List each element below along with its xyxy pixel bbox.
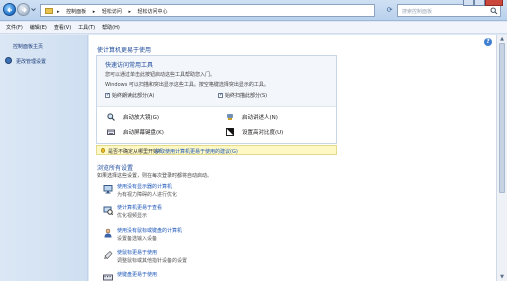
always-scan-checkbox[interactable]: 始终扫描此部分(S) <box>218 92 267 99</box>
maximize-button[interactable] <box>474 0 485 6</box>
always-read-label: 始终朗读此部分(A) <box>112 93 155 99</box>
monitor-icon <box>103 185 113 194</box>
start-narrator-label: 启动讲述人(N) <box>242 115 278 121</box>
get-recommendations-link[interactable]: 获取使用计算机更易于使用的建议(G) <box>155 148 238 155</box>
vertical-scrollbar[interactable]: ▲ ▼ <box>496 35 507 281</box>
change-admin-settings-link[interactable]: 更改管理设置 <box>16 58 46 65</box>
person-icon <box>104 228 112 238</box>
breadcrumb-item-ease-of-access-center[interactable]: 轻松访问中心 <box>138 9 168 15</box>
quick-tools-list: 启动放大镜(G) 启动讲述人(N) 启动屏幕键盘(K) 设置高对比度(U) <box>97 106 336 143</box>
magnifier-icon <box>107 113 115 121</box>
back-button[interactable] <box>3 3 16 16</box>
banner-question: 是否不确定从哪里开始? <box>108 149 161 155</box>
option-title[interactable]: 使键盘更易于使用 <box>117 271 157 278</box>
menu-bar: 文件(F) 编辑(E) 查看(V) 工具(T) 帮助(H) <box>0 22 507 34</box>
left-navigation-pane: 控制面板主页 更改管理设置 <box>0 35 88 281</box>
breadcrumb-separator: ▸ <box>57 9 60 15</box>
scroll-down-icon[interactable]: ▼ <box>498 274 506 280</box>
option-title[interactable]: 使用没有显示器的计算机 <box>117 183 172 190</box>
keyboard-icon <box>103 274 113 281</box>
lightbulb-icon <box>101 148 105 153</box>
recommendation-banner: 是否不确定从哪里开始? 获取使用计算机更易于使用的建议(G) <box>96 145 337 155</box>
menu-view[interactable]: 查看(V) <box>54 22 71 33</box>
browse-settings-heading: 浏览所有设置 <box>97 165 134 172</box>
menu-help[interactable]: 帮助(H) <box>102 22 120 33</box>
contrast-icon <box>226 128 234 136</box>
always-scan-label: 始终扫描此部分(S) <box>225 93 268 99</box>
breadcrumb-item-control-panel[interactable]: 控制面板 <box>66 9 86 15</box>
control-panel-home-link[interactable]: 控制面板主页 <box>13 43 43 50</box>
close-button[interactable] <box>485 0 503 6</box>
shield-icon <box>5 57 12 64</box>
checkbox-checked-icon <box>218 92 223 98</box>
keyboard-icon <box>107 129 115 135</box>
option-title[interactable]: 使用没有鼠标或键盘的计算机 <box>117 227 182 234</box>
breadcrumb-separator: ▸ <box>92 9 96 15</box>
window-controls <box>463 0 503 7</box>
menu-tools[interactable]: 工具(T) <box>78 22 95 33</box>
start-narrator-button[interactable]: 启动讲述人(N) <box>226 113 278 121</box>
quick-access-heading: 快速访问常用工具 <box>105 62 154 69</box>
page-title: 使计算机更易于使用 <box>97 47 152 54</box>
browse-settings-description: 如果选择这些设置，则在每次登录时都将自动启动。 <box>97 173 213 179</box>
recent-pages-chevron-icon[interactable] <box>31 7 36 12</box>
option-title[interactable]: 使鼠标更易于使用 <box>117 249 157 256</box>
set-high-contrast-button[interactable]: 设置高对比度(U) <box>226 128 283 136</box>
option-description: 优化视频显示 <box>117 213 148 219</box>
eye-icon <box>103 206 113 215</box>
menu-file[interactable]: 文件(F) <box>6 22 23 33</box>
scrollbar-thumb[interactable] <box>499 43 505 193</box>
back-arrow-icon <box>7 7 12 13</box>
start-onscreen-keyboard-button[interactable]: 启动屏幕键盘(K) <box>107 128 164 136</box>
option-title[interactable]: 使计算机更易于查看 <box>117 204 162 211</box>
help-icon[interactable]: ? <box>484 38 492 46</box>
quick-access-scan-description: Windows 可以扫描和突出显示这些工具。按空格键选择突出显示的工具。 <box>105 82 269 88</box>
always-read-checkbox[interactable]: 始终朗读此部分(A) <box>105 92 154 99</box>
option-description: 调整鼠标或其他指针设备的设置 <box>117 258 188 264</box>
checkbox-checked-icon <box>105 92 110 98</box>
set-high-contrast-label: 设置高对比度(U) <box>242 130 284 136</box>
start-onscreen-keyboard-label: 启动屏幕键盘(K) <box>123 130 164 136</box>
breadcrumb-separator: ▸ <box>128 9 131 15</box>
minimize-button[interactable] <box>463 0 474 6</box>
menu-edit[interactable]: 编辑(E) <box>30 22 47 33</box>
breadcrumb-item-ease-of-access[interactable]: 轻松访问 <box>102 9 122 15</box>
start-magnifier-button[interactable]: 启动放大镜(G) <box>107 113 159 121</box>
start-magnifier-label: 启动放大镜(G) <box>123 115 160 121</box>
scroll-up-icon[interactable]: ▲ <box>498 36 506 42</box>
narrator-icon <box>227 114 233 120</box>
mouse-icon <box>104 251 113 259</box>
address-bar[interactable]: ▸ 控制面板 ▸ 轻松访问 ▸ 轻松访问中心 <box>40 4 375 17</box>
option-description: 设置备选输入设备 <box>117 236 158 242</box>
forward-arrow-icon <box>22 7 27 13</box>
main-content: ? 使计算机更易于使用 快速访问常用工具 您可以通过单击此按钮启动这些工具帮助您… <box>89 35 496 281</box>
quick-access-description: 您可以通过单击此按钮启动这些工具帮助您入门。 <box>105 72 216 78</box>
forward-button[interactable] <box>17 3 30 16</box>
control-panel-icon <box>45 8 53 14</box>
quick-access-panel: 快速访问常用工具 您可以通过单击此按钮启动这些工具帮助您入门。 Windows … <box>96 55 337 144</box>
search-placeholder: 搜索控制面板 <box>402 9 433 15</box>
option-description: 为有视力障碍的人进行优化 <box>117 192 178 198</box>
refresh-button[interactable]: ⟳ <box>383 4 396 17</box>
search-icon[interactable] <box>490 7 498 15</box>
refresh-icon: ⟳ <box>386 6 393 14</box>
title-bar: ▸ 控制面板 ▸ 轻松访问 ▸ 轻松访问中心 ⟳ 搜索控制面板 <box>0 0 507 21</box>
breadcrumb: ▸ 控制面板 ▸ 轻松访问 ▸ 轻松访问中心 <box>57 8 173 15</box>
